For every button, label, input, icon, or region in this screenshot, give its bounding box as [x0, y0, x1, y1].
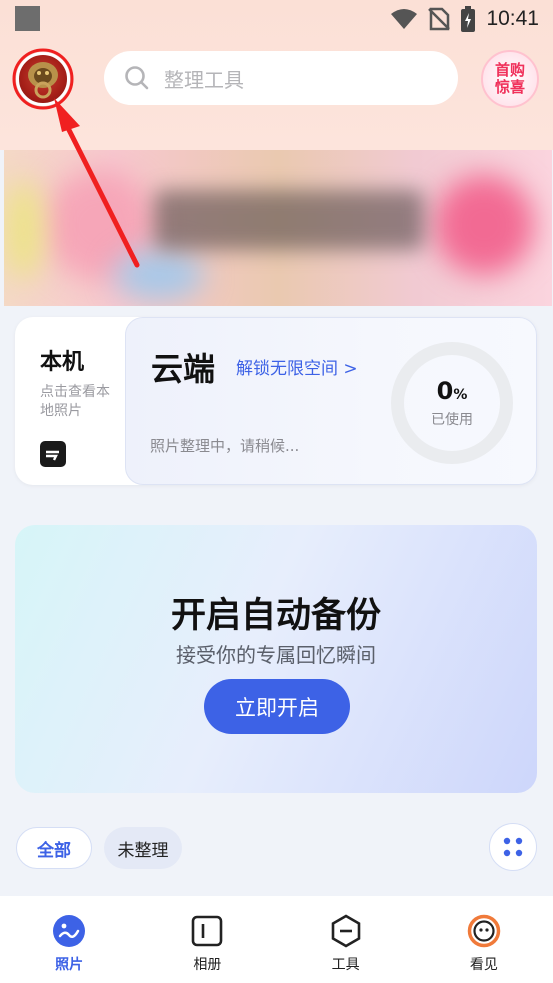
auto-backup-card: 开启自动备份 接受你的专属回忆瞬间 立即开启 — [15, 525, 537, 793]
nav-discover[interactable]: 看见 — [415, 896, 553, 983]
nav-albums-label: 相册 — [193, 957, 222, 973]
nav-photos[interactable]: 照片 — [0, 896, 138, 983]
notification-icon — [15, 6, 40, 31]
nav-tools-label: 工具 — [331, 957, 360, 973]
bottom-navigation: 照片 相册 工具 看见 — [0, 896, 553, 983]
search-bar[interactable]: 整理工具 — [104, 51, 458, 105]
wifi-icon — [391, 9, 418, 29]
nav-tools[interactable]: 工具 — [277, 896, 415, 983]
filter-all-chip[interactable]: 全部 — [16, 827, 92, 869]
avatar[interactable] — [16, 52, 70, 106]
promo-banner[interactable] — [4, 150, 552, 306]
local-subtitle: 点击查看本地照片 — [40, 384, 110, 419]
tools-icon — [329, 914, 363, 948]
backup-title: 开启自动备份 — [170, 596, 381, 636]
local-enter-icon — [40, 441, 66, 467]
nav-photos-label: 照片 — [55, 957, 84, 973]
grid-view-button[interactable] — [489, 823, 537, 871]
promo-line-1: 首购 — [494, 61, 525, 79]
filter-unsorted-chip[interactable]: 未整理 — [104, 827, 182, 869]
status-time: 10:41 — [486, 7, 539, 30]
lion-knocker-icon — [28, 62, 58, 99]
nav-discover-label: 看见 — [469, 957, 498, 973]
local-title: 本机 — [40, 350, 85, 375]
cloud-status-text: 照片整理中，请稍候... — [150, 437, 300, 455]
usage-label: 已使用 — [431, 412, 473, 428]
cloud-storage-section[interactable]: 云端 解锁无限空间 > 照片整理中，请稍候... 0% 已使用 — [125, 317, 537, 485]
grid-icon — [503, 837, 523, 857]
album-icon — [190, 914, 224, 948]
photos-icon — [52, 914, 86, 948]
search-placeholder: 整理工具 — [164, 67, 244, 92]
backup-subtitle: 接受你的专属回忆瞬间 — [176, 643, 376, 667]
battery-icon — [461, 6, 476, 32]
promo-line-2: 惊喜 — [494, 78, 525, 96]
status-bar: 10:41 — [0, 0, 553, 38]
enable-backup-button[interactable]: 立即开启 — [204, 679, 350, 734]
cloud-title: 云端 — [151, 350, 216, 388]
search-icon — [125, 66, 149, 90]
nav-albums[interactable]: 相册 — [138, 896, 276, 983]
first-purchase-promo-badge[interactable]: 首购 惊喜 — [481, 50, 539, 108]
usage-percent: 0% — [436, 377, 468, 405]
no-sim-icon — [428, 7, 451, 31]
usage-ring: 0% 已使用 — [391, 342, 513, 464]
discover-icon — [467, 914, 501, 948]
storage-card: 本机 点击查看本地照片 云端 解锁无限空间 > 照片整理中，请稍候... 0% … — [15, 317, 537, 485]
unlock-space-link[interactable]: 解锁无限空间 > — [236, 354, 358, 379]
